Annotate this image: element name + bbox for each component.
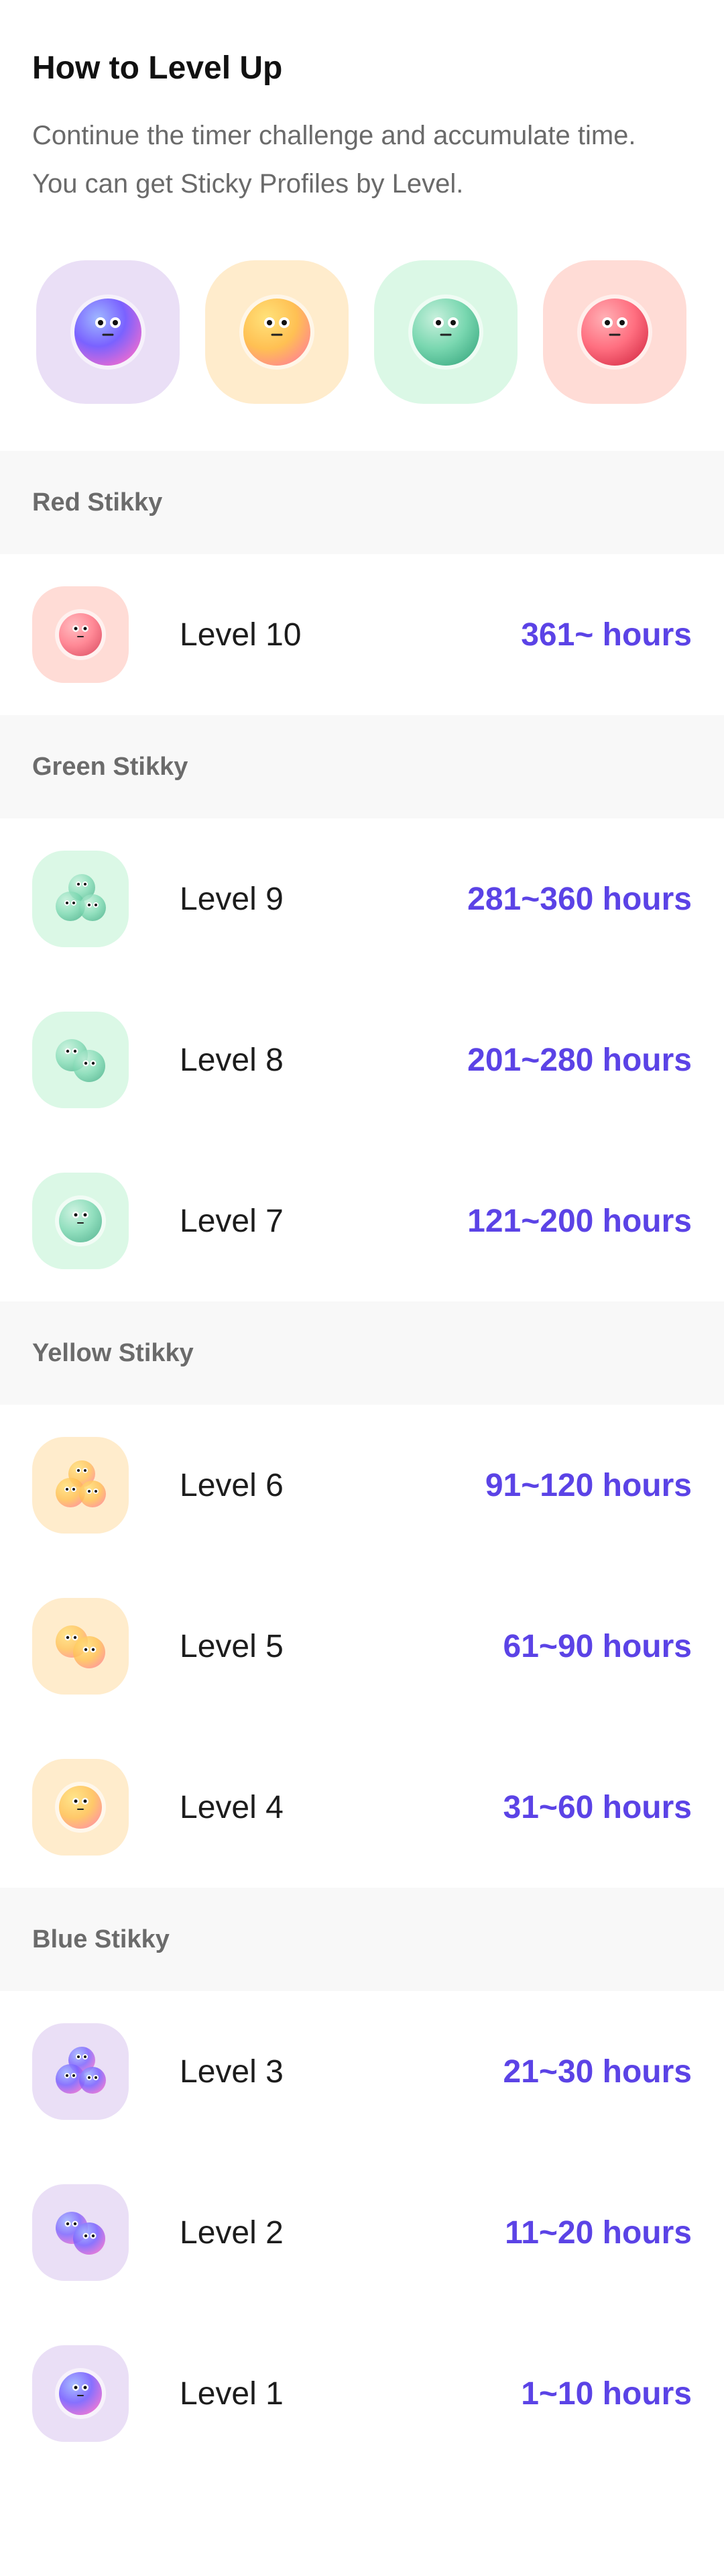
- hero-tile-red: [543, 260, 686, 404]
- level-hours: 61~90 hours: [503, 1628, 692, 1664]
- level-label: Level 1: [180, 2375, 284, 2412]
- level-hours: 361~ hours: [521, 616, 692, 653]
- level-row-7: Level 7 121~200 hours: [0, 1140, 724, 1301]
- yellow-stikky-duo-icon: [56, 1625, 105, 1668]
- intro-desc-line-2: You can get Sticky Profiles by Level.: [32, 169, 464, 199]
- level-label: Level 4: [180, 1789, 284, 1825]
- section-header-green: Green Stikky: [0, 715, 724, 818]
- level-up-page: How to Level Up Continue the timer chall…: [0, 0, 724, 2576]
- level-1-tile: [32, 2345, 129, 2442]
- level-label: Level 2: [180, 2214, 284, 2251]
- section-title: Green Stikky: [32, 752, 188, 781]
- yellow-stikky-icon: [55, 1782, 106, 1833]
- level-row-10: Level 10 361~ hours: [0, 554, 724, 715]
- yellow-stikky-trio-icon: [56, 1460, 106, 1507]
- hero-icons-row: [32, 260, 692, 404]
- level-8-tile: [32, 1012, 129, 1108]
- section-header-yellow: Yellow Stikky: [0, 1301, 724, 1405]
- blue-stikky-icon: [55, 2368, 106, 2419]
- level-hours: 281~360 hours: [467, 881, 692, 917]
- level-row-2: Level 2 11~20 hours: [0, 2152, 724, 2313]
- green-stikky-icon: [55, 1195, 106, 1246]
- blue-stikky-duo-icon: [56, 2212, 105, 2255]
- level-hours: 91~120 hours: [485, 1467, 692, 1503]
- level-row-8: Level 8 201~280 hours: [0, 979, 724, 1140]
- level-hours: 21~30 hours: [503, 2053, 692, 2090]
- page-title: How to Level Up: [32, 50, 283, 86]
- section-header-red: Red Stikky: [0, 451, 724, 554]
- red-stikky-icon: [577, 294, 652, 370]
- level-hours: 11~20 hours: [505, 2214, 692, 2251]
- level-hours: 31~60 hours: [503, 1789, 692, 1825]
- level-4-tile: [32, 1759, 129, 1856]
- level-label: Level 8: [180, 1042, 284, 1078]
- level-9-tile: [32, 851, 129, 947]
- level-2-tile: [32, 2184, 129, 2281]
- hero-tile-blue: [36, 260, 180, 404]
- level-row-4: Level 4 31~60 hours: [0, 1727, 724, 1888]
- hero-tile-green: [374, 260, 518, 404]
- level-label: Level 7: [180, 1203, 284, 1239]
- level-6-tile: [32, 1437, 129, 1534]
- level-label: Level 10: [180, 616, 302, 653]
- level-3-tile: [32, 2023, 129, 2120]
- yellow-stikky-icon: [239, 294, 314, 370]
- level-row-3: Level 3 21~30 hours: [0, 1991, 724, 2152]
- level-hours: 121~200 hours: [467, 1203, 692, 1239]
- section-title: Blue Stikky: [32, 1925, 170, 1953]
- section-title: Red Stikky: [32, 488, 163, 517]
- level-label: Level 6: [180, 1467, 284, 1503]
- section-title: Yellow Stikky: [32, 1338, 194, 1367]
- level-label: Level 3: [180, 2053, 284, 2090]
- level-5-tile: [32, 1598, 129, 1695]
- level-label: Level 9: [180, 881, 284, 917]
- level-7-tile: [32, 1173, 129, 1269]
- green-stikky-icon: [408, 294, 483, 370]
- green-stikky-trio-icon: [56, 874, 106, 921]
- green-stikky-duo-icon: [56, 1039, 105, 1082]
- section-header-blue: Blue Stikky: [0, 1888, 724, 1991]
- hero-tile-yellow: [205, 260, 349, 404]
- level-row-5: Level 5 61~90 hours: [0, 1566, 724, 1727]
- level-hours: 201~280 hours: [467, 1042, 692, 1078]
- level-row-6: Level 6 91~120 hours: [0, 1405, 724, 1566]
- intro-desc-line-1: Continue the timer challenge and accumul…: [32, 121, 636, 150]
- blue-stikky-icon: [70, 294, 145, 370]
- level-row-1: Level 1 1~10 hours: [0, 2313, 724, 2474]
- blue-stikky-trio-icon: [56, 2047, 106, 2094]
- level-10-tile: [32, 586, 129, 683]
- level-hours: 1~10 hours: [521, 2375, 692, 2412]
- red-stikky-icon: [55, 609, 106, 660]
- intro-description: Continue the timer challenge and accumul…: [32, 111, 692, 208]
- level-label: Level 5: [180, 1628, 284, 1664]
- level-row-9: Level 9 281~360 hours: [0, 818, 724, 979]
- intro-section: How to Level Up Continue the timer chall…: [0, 0, 724, 451]
